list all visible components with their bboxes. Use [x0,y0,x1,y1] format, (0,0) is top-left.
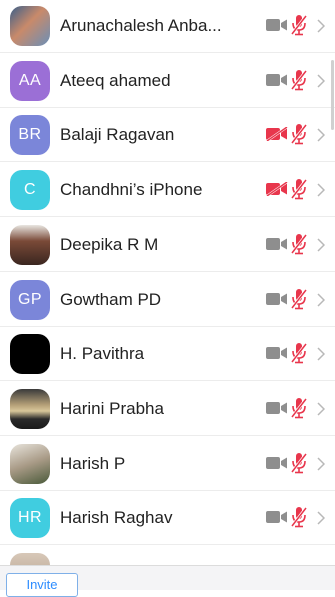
mic-muted-icon [290,124,308,145]
avatar [10,224,50,265]
participant-name: Deepika R M [60,234,159,254]
camera-icon [266,237,287,250]
chevron-right-icon[interactable] [317,128,325,142]
participant-name: Balaji Ragavan [60,125,175,145]
participant-name: H. Pavithra [60,344,145,364]
mic-muted-icon [290,397,308,419]
avatar [10,553,50,565]
chevron-right-icon[interactable] [317,238,325,252]
avatar: HR [10,498,50,539]
chevron-right-icon[interactable] [317,511,325,525]
participant-row[interactable]: HR Harish Raghav [0,491,335,546]
avatar: GP [10,279,50,320]
chevron-right-icon[interactable] [317,457,325,471]
video-off-icon [266,127,288,142]
chevron-right-icon[interactable] [317,402,325,416]
mic-muted-icon [290,179,308,200]
participant-name: Chandhni’s iPhone [60,180,203,200]
participant-row[interactable]: BR Balaji Ragavan [0,108,335,163]
participant-row[interactable]: GP Gowtham PD [0,273,335,327]
chevron-right-icon[interactable] [317,347,325,361]
camera-icon [266,19,287,31]
mic-muted-icon [290,452,308,473]
avatar [10,334,50,375]
camera-icon [266,456,287,469]
bottom-bar: Invite [0,565,335,597]
mic-muted-icon [290,233,308,255]
participant-row[interactable]: C Chandhni’s iPhone [0,163,335,218]
avatar [10,443,50,484]
participant-name: Ateeq ahamed [60,70,171,90]
participant-name: Harish P [60,453,126,473]
video-off-icon [266,182,288,197]
participant-row[interactable]: H. Pavithra [0,327,335,382]
participant-list: Arunachalesh Anba... AA Ateeq ahamed BR Bala… [0,0,335,565]
camera-icon [266,511,287,524]
camera-icon [266,401,287,414]
participant-row[interactable]: Arunachalesh Anba... [0,0,335,53]
participant-row[interactable] [0,546,335,565]
camera-icon [266,347,287,360]
camera-icon [266,73,287,86]
participant-row[interactable]: AA Ateeq ahamed [0,54,335,108]
avatar: AA [10,60,50,101]
chevron-right-icon[interactable] [317,19,325,33]
participant-name: Gowtham PD [60,289,162,309]
invite-button[interactable]: Invite [6,573,78,597]
avatar: BR [10,115,50,156]
mic-muted-icon [290,343,308,364]
participant-name: Harish Raghav [60,508,173,528]
mic-muted-icon [290,69,308,90]
participant-row[interactable]: Harish P [0,437,335,491]
participant-name: Arunachalesh Anba... [60,16,222,35]
mic-muted-icon [290,288,308,309]
mic-muted-icon [290,507,308,528]
chevron-right-icon[interactable] [317,74,325,88]
avatar [10,388,50,429]
chevron-right-icon[interactable] [317,183,325,197]
participant-name: Harini Prabha [60,398,164,418]
camera-icon [266,292,287,305]
mic-muted-icon [290,15,308,36]
chevron-right-icon[interactable] [317,292,325,307]
avatar [10,6,50,46]
scrollbar[interactable] [331,60,334,130]
participant-row[interactable]: Harini Prabha [0,382,335,436]
participant-row[interactable]: Deepika R M [0,218,335,272]
avatar: C [10,170,50,211]
